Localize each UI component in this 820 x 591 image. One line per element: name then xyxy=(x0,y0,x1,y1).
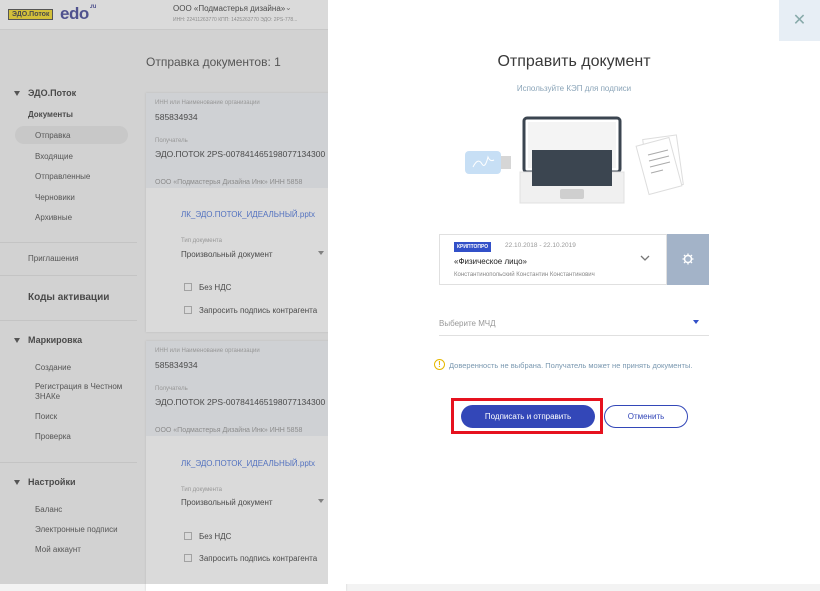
laptop-icon xyxy=(519,116,625,204)
certificate-select[interactable]: КРИПТОПРО 22.10.2018 - 22.10.2019 «Физич… xyxy=(439,234,667,285)
cancel-button[interactable]: Отменить xyxy=(604,405,688,428)
mchd-select[interactable]: Выберите МЧД xyxy=(439,312,709,336)
modal-title: Отправить документ xyxy=(497,53,651,70)
close-icon: ✕ xyxy=(792,12,807,29)
gear-icon xyxy=(682,253,694,265)
close-button[interactable]: ✕ xyxy=(779,0,820,41)
certificate-dates: 22.10.2018 - 22.10.2019 xyxy=(505,242,576,249)
chevron-down-icon[interactable] xyxy=(640,253,650,263)
certificate-owner: Константинопольский Константин Константи… xyxy=(454,272,595,278)
send-document-modal: ✕ Отправить документ Используйте КЭП для… xyxy=(328,0,820,584)
sign-and-send-button[interactable]: Подписать и отправить xyxy=(461,405,595,428)
warning-text: Доверенность не выбрана. Получатель може… xyxy=(449,361,693,370)
cryptopro-badge: КРИПТОПРО xyxy=(454,242,492,252)
mchd-placeholder: Выберите МЧД xyxy=(439,319,496,328)
caret-down-icon xyxy=(693,320,699,324)
certificate-type: «Физическое лицо» xyxy=(454,257,527,266)
usb-token-icon xyxy=(465,151,511,174)
documents-icon xyxy=(635,134,684,196)
modal-subtitle: Используйте КЭП для подписи xyxy=(516,84,632,93)
warning-icon: ! xyxy=(434,359,445,370)
laptop-signing-illustration xyxy=(465,116,684,204)
modal-overlay[interactable] xyxy=(0,0,328,584)
certificate-settings-button[interactable] xyxy=(667,234,709,285)
